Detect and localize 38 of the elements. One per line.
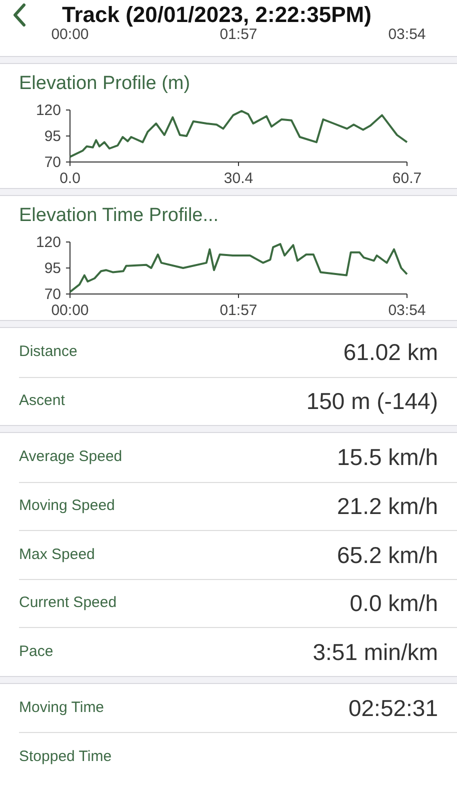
stat-value: 0.0 km/h	[350, 589, 438, 618]
tick-label: 70	[44, 286, 61, 303]
back-icon[interactable]	[12, 3, 26, 27]
tick-label: 70	[44, 154, 61, 171]
stat-label: Current Speed	[19, 593, 117, 613]
stat-value: 21.2 km/h	[337, 492, 438, 521]
stat-label: Max Speed	[19, 544, 95, 564]
page-title: Track (20/01/2023, 2:22:35PM)	[62, 1, 372, 28]
stat-label: Stopped Time	[19, 746, 112, 766]
stat-label: Moving Speed	[19, 496, 115, 516]
tick-label: 120	[36, 234, 61, 251]
chart-title: Elevation Profile (m)	[18, 72, 192, 96]
tick-label: 03:54	[388, 302, 426, 319]
stat-label: Distance	[19, 342, 78, 362]
axis-label: 00:00	[51, 26, 89, 43]
stat-value: 02:52:31	[348, 694, 438, 722]
axis-label: 03:54	[388, 26, 426, 43]
axis-label: 01:57	[220, 26, 258, 43]
stat-value: 65.2 km/h	[337, 540, 438, 570]
chart-title: Elevation Time Profile...	[18, 204, 220, 228]
stat-value: 61.02 km	[343, 338, 438, 367]
stat-label: Ascent	[19, 391, 65, 411]
stat-label: Average Speed	[19, 447, 122, 467]
tick-label: 120	[36, 102, 61, 119]
tick-label: 01:57	[220, 302, 258, 319]
stat-value: 150 m (-144)	[306, 387, 438, 416]
stat-label: Moving Time	[19, 698, 104, 718]
tick-label: 60.7	[392, 170, 422, 187]
stat-value: 15.5 km/h	[337, 443, 438, 472]
tick-label: 30.4	[224, 170, 254, 187]
tick-label: 95	[44, 260, 61, 277]
tick-label: 00:00	[51, 302, 89, 319]
y-axis	[66, 242, 70, 294]
stat-label: Pace	[19, 642, 54, 662]
y-axis	[66, 110, 70, 162]
tick-label: 95	[44, 128, 61, 145]
tick-label: 0.0	[60, 170, 80, 187]
stat-value: 3:51 min/km	[312, 638, 438, 666]
